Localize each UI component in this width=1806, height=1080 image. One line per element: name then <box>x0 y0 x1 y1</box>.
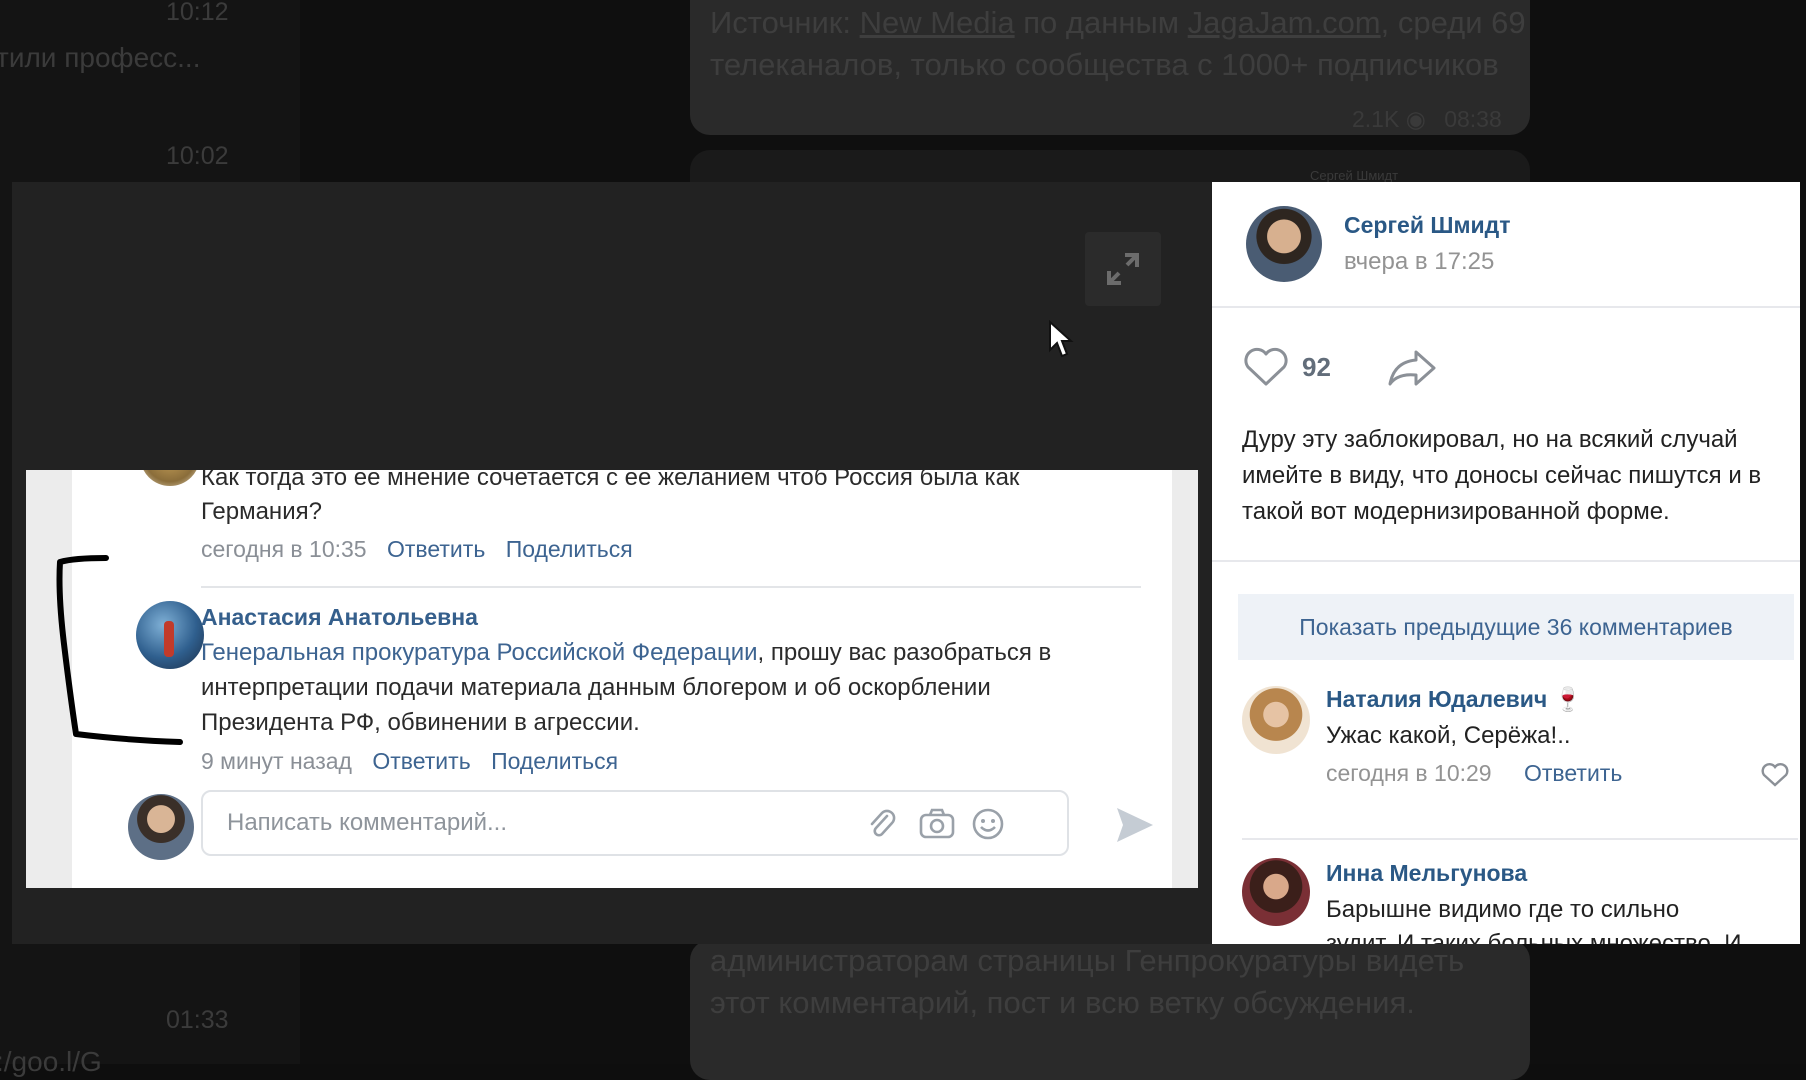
comment-time: 9 минут назад <box>201 748 352 774</box>
comment-time: сегодня в 10:35 <box>201 536 367 562</box>
divider <box>201 586 1141 588</box>
chat-time: 01:33 <box>166 1006 229 1034</box>
comment-actions: 9 минут назад Ответить Поделиться <box>201 748 618 775</box>
post-text: Дуру эту заблокировал, но на всякий случ… <box>1242 426 1762 525</box>
comment-text: Генеральная прокуратура Российской Федер… <box>201 639 1052 736</box>
share-arrow-icon[interactable] <box>1386 348 1438 388</box>
reply-link[interactable]: Ответить <box>372 748 470 774</box>
comment-time: сегодня в 10:29 <box>1326 760 1492 786</box>
chat-preview-text[interactable]: тили професс... <box>0 42 200 74</box>
like-heart-icon[interactable] <box>1242 346 1290 388</box>
post-panel: Сергей Шмидт вчера в 17:25 92 Дуру эту з… <box>1212 182 1800 944</box>
comment-author[interactable]: Анастасия Анатольевна <box>201 604 478 631</box>
divider <box>1212 306 1800 308</box>
divider <box>1242 838 1798 840</box>
divider <box>1212 560 1800 562</box>
comment-text: Барышне видимо где то сильно <box>1326 896 1680 923</box>
comment-text: Как тогда это ее мнение сочетается с ее … <box>201 470 1020 491</box>
message-text: Источник: New Media по данным JagaJam.co… <box>710 5 1526 82</box>
comment-input-placeholder: Написать комментарий... <box>227 809 508 836</box>
like-count: 92 <box>1302 352 1331 382</box>
paperclip-icon[interactable] <box>867 808 897 842</box>
comment-like-icon[interactable] <box>1760 762 1790 788</box>
wine-glass-emoji: 🍷 <box>1553 686 1583 712</box>
chat-time: 10:02 <box>166 142 229 170</box>
comment-text: зудит. И таких больных множество. И <box>1326 930 1742 944</box>
share-link[interactable]: Поделиться <box>491 748 618 774</box>
commenter-avatar[interactable] <box>1242 858 1310 926</box>
message-views: 2.1K ◉ 08:38 <box>1352 106 1502 132</box>
mouse-cursor-icon <box>1049 320 1074 358</box>
comment-input[interactable]: Написать комментарий... <box>201 790 1069 856</box>
share-link[interactable]: Поделиться <box>506 536 633 562</box>
message-text: администраторам страницы Генпрокуратуры … <box>710 943 1465 1020</box>
comment-text: Ужас какой, Серёжа!.. <box>1326 722 1571 749</box>
source-link[interactable]: JagaJam.com <box>1188 5 1381 40</box>
expand-icon <box>1107 253 1139 285</box>
comment-author[interactable]: Инна Мельгунова <box>1326 860 1527 887</box>
fullscreen-button[interactable] <box>1085 232 1161 306</box>
mention-link[interactable]: Генеральная прокуратура Российской Федер… <box>201 639 758 666</box>
reply-link[interactable]: Ответить <box>1524 760 1622 787</box>
comment-author[interactable]: Наталия Юдалевич 🍷 <box>1326 686 1582 713</box>
chat-preview-link[interactable]: :/goo.l/G <box>0 1046 102 1078</box>
camera-icon[interactable] <box>919 808 955 840</box>
commenter-avatar[interactable] <box>140 470 200 486</box>
comment-text: Германия? <box>201 498 322 525</box>
comments-card: Как тогда это ее мнение сочетается с ее … <box>72 470 1172 888</box>
send-icon[interactable] <box>1115 806 1155 844</box>
reply-link[interactable]: Ответить <box>387 536 485 562</box>
comment-actions: сегодня в 10:35 Ответить Поделиться <box>201 536 633 563</box>
emoji-icon[interactable] <box>971 807 1005 841</box>
post-author-avatar[interactable] <box>1246 206 1322 282</box>
drawn-bracket-annotation <box>56 555 183 745</box>
show-previous-comments-button[interactable]: Показать предыдущие 36 комментариев <box>1238 594 1794 660</box>
post-date[interactable]: вчера в 17:25 <box>1344 248 1494 276</box>
source-link[interactable]: New Media <box>860 5 1015 40</box>
eye-icon: ◉ <box>1405 106 1426 132</box>
post-author[interactable]: Сергей Шмидт <box>1344 212 1510 239</box>
message-bubble: Источник: New Media по данным JagaJam.co… <box>690 0 1530 135</box>
chat-time: 10:12 <box>166 0 229 26</box>
commenter-avatar[interactable] <box>1242 686 1310 754</box>
my-avatar[interactable] <box>128 794 194 860</box>
screenshot-image: Как тогда это ее мнение сочетается с ее … <box>26 470 1198 888</box>
